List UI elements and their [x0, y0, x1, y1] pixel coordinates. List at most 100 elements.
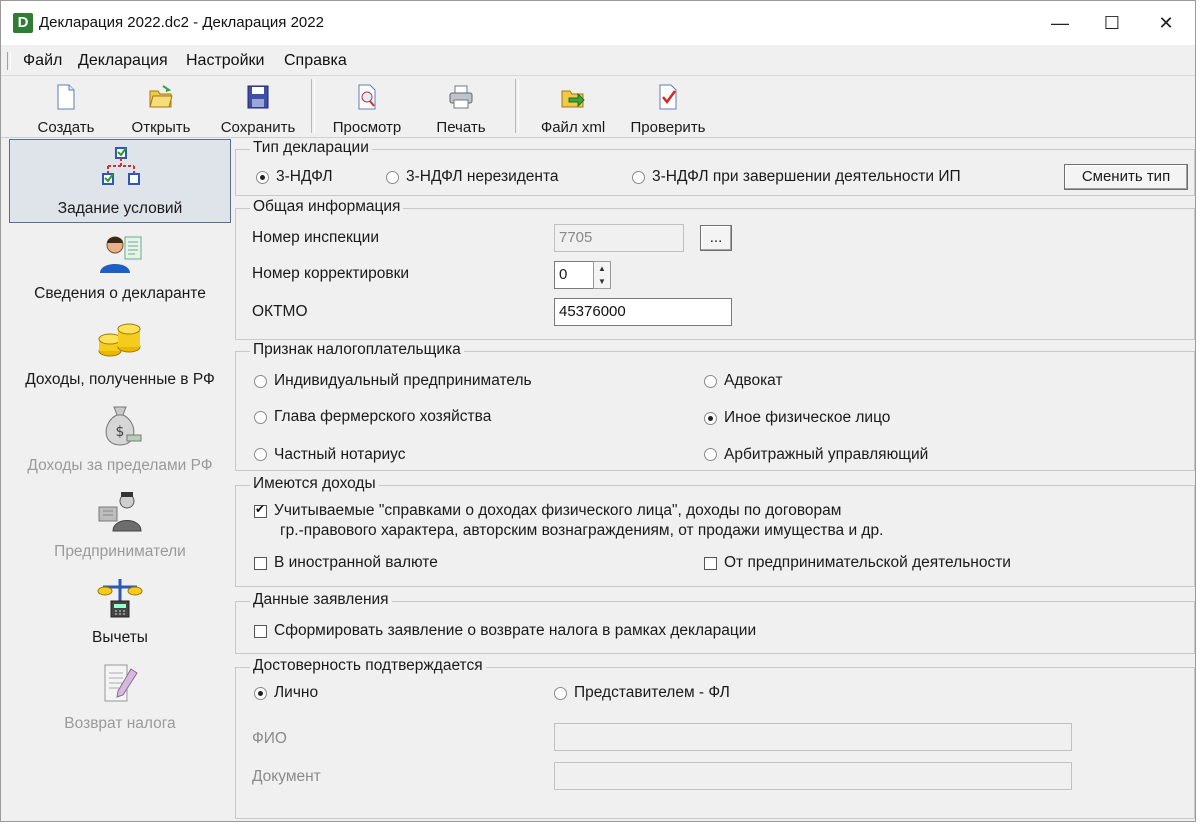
inspection-number-label: Номер инспекции — [252, 229, 379, 246]
menu-declaration[interactable]: Декларация — [78, 52, 168, 70]
maximize-button[interactable]: ☐ — [1089, 7, 1135, 39]
application-group: Данные заявления Сформировать заявление … — [235, 591, 1195, 654]
open-button[interactable]: Открыть — [118, 79, 204, 136]
income-group: Имеются доходы Учитываемые "справками о … — [235, 475, 1195, 587]
preview-button[interactable]: Просмотр — [323, 79, 411, 136]
radio-lawyer[interactable] — [704, 375, 717, 388]
oktmo-label: ОКТМО — [252, 303, 308, 320]
radio-personally[interactable] — [254, 687, 267, 700]
window-title: Декларация 2022.dc2 - Декларация 2022 — [39, 14, 324, 31]
checkbox-certificate-income[interactable] — [254, 502, 267, 518]
nav-item-tax-refund[interactable]: Возврат налога — [9, 655, 231, 739]
foreign-currency-label: В иностранной валюте — [274, 554, 438, 571]
radio-other-individual[interactable] — [704, 412, 717, 425]
new-document-icon — [57, 84, 75, 110]
title-bar: D Декларация 2022.dc2 - Декларация 2022 … — [1, 1, 1195, 45]
app-window: D Декларация 2022.dc2 - Декларация 2022 … — [0, 0, 1196, 822]
create-button[interactable]: Создать — [23, 79, 109, 136]
nav-item-declarant[interactable]: Сведения о декларанте — [9, 225, 231, 309]
checkbox-foreign-currency[interactable] — [254, 557, 267, 570]
save-button[interactable]: Сохранить — [212, 79, 304, 136]
oktmo-field[interactable]: 45376000 — [554, 298, 732, 326]
correction-number-field[interactable]: 0 — [554, 261, 594, 289]
radio-3ndfl-label: 3-НДФЛ — [276, 168, 333, 185]
document-pen-icon — [104, 664, 138, 702]
xml-file-button[interactable]: Файл xml — [531, 79, 615, 136]
radio-3ndfl-ip-termination[interactable] — [632, 171, 645, 184]
refund-application-label: Сформировать заявление о возврате налога… — [274, 622, 757, 639]
open-label: Открыть — [131, 119, 191, 136]
printer-icon — [449, 85, 473, 109]
radio-3ndfl-nonresident-label: 3-НДФЛ нерезидента — [406, 168, 559, 185]
left-navigation: Задание условий Сведения о декларанте До… — [9, 139, 231, 819]
nav-item-income-rf[interactable]: Доходы, полученные в РФ — [9, 311, 231, 395]
radio-representative[interactable] — [554, 687, 567, 700]
close-button[interactable]: ✕ — [1143, 7, 1189, 39]
document-field[interactable] — [554, 762, 1072, 790]
menu-settings[interactable]: Настройки — [186, 52, 264, 70]
preview-label: Просмотр — [332, 119, 402, 136]
change-type-button[interactable]: Сменить тип — [1064, 164, 1188, 190]
inspection-number-field[interactable]: 7705 — [554, 224, 684, 252]
nav-label: Вычеты — [92, 629, 148, 646]
certificate-income-label-line1: Учитываемые "справками о доходах физичес… — [274, 502, 842, 519]
nav-item-deductions[interactable]: Вычеты — [9, 569, 231, 653]
checkbox-refund-application[interactable] — [254, 625, 267, 638]
group-title: Тип декларации — [250, 139, 372, 157]
radio-3ndfl-nonresident[interactable] — [386, 171, 399, 184]
check-document-icon — [659, 84, 677, 110]
confirmation-group: Достоверность подтверждается Лично Предс… — [235, 657, 1195, 819]
radio-individual-entrepreneur-label: Индивидуальный предприниматель — [274, 372, 532, 389]
radio-private-notary-label: Частный нотариус — [274, 446, 406, 463]
nav-label: Доходы, полученные в РФ — [25, 371, 215, 388]
radio-individual-entrepreneur[interactable] — [254, 375, 267, 388]
business-income-label: От предпринимательской деятельности — [724, 554, 1011, 571]
spin-down-icon[interactable]: ▼ — [598, 277, 606, 286]
correction-number-label: Номер корректировки — [252, 265, 410, 282]
save-label: Сохранить — [220, 119, 296, 136]
radio-private-notary[interactable] — [254, 448, 267, 461]
print-button[interactable]: Печать — [421, 79, 501, 136]
radio-farm-head[interactable] — [254, 411, 267, 424]
fio-label: ФИО — [252, 730, 287, 747]
declaration-type-group: Тип декларации 3-НДФЛ 3-НДФЛ нерезидента… — [235, 139, 1195, 196]
svg-text:$: $ — [116, 424, 125, 440]
browse-inspection-button[interactable]: ... — [700, 225, 732, 251]
spin-up-icon[interactable]: ▲ — [598, 264, 606, 273]
document-label: Документ — [252, 768, 321, 785]
minimize-button[interactable]: — — [1037, 7, 1083, 39]
group-title: Достоверность подтверждается — [250, 657, 486, 675]
certificate-income-label-line2: гр.-правового характера, авторским возна… — [280, 522, 884, 539]
businessman-icon — [98, 492, 142, 532]
app-logo-icon: D — [13, 13, 33, 33]
scales-icon — [97, 579, 143, 618]
radio-3ndfl[interactable] — [256, 171, 269, 184]
floppy-disk-icon — [247, 85, 269, 109]
open-folder-icon — [149, 85, 173, 108]
preview-magnifier-icon — [358, 84, 376, 110]
radio-arbitration-manager[interactable] — [704, 448, 717, 461]
check-button[interactable]: Проверить — [623, 79, 713, 136]
radio-lawyer-label: Адвокат — [724, 372, 783, 389]
nav-item-conditions[interactable]: Задание условий — [9, 139, 231, 223]
menu-file[interactable]: Файл — [23, 52, 62, 70]
nav-label: Доходы за пределами РФ — [27, 457, 213, 474]
correction-spinner[interactable]: ▲ ▼ — [593, 261, 611, 289]
checkbox-business-income[interactable] — [704, 557, 717, 570]
print-label: Печать — [436, 119, 486, 136]
toolbar-separator — [515, 79, 519, 133]
menu-grip — [7, 52, 11, 70]
nav-item-income-abroad[interactable]: $ Доходы за пределами РФ — [9, 397, 231, 481]
group-title: Имеются доходы — [250, 475, 379, 493]
nav-label: Сведения о декларанте — [34, 285, 206, 302]
taxpayer-type-group: Признак налогоплательщика Индивидуальный… — [235, 341, 1195, 471]
fio-field[interactable] — [554, 723, 1072, 751]
menu-help[interactable]: Справка — [284, 52, 347, 70]
create-label: Создать — [37, 119, 95, 136]
radio-representative-label: Представителем - ФЛ — [574, 684, 730, 701]
nav-item-entrepreneurs[interactable]: Предприниматели — [9, 483, 231, 567]
radio-other-individual-label: Иное физическое лицо — [724, 409, 891, 426]
group-title: Общая информация — [250, 198, 404, 216]
xml-file-label: Файл xml — [540, 119, 606, 136]
toolbar: Создать Открыть Сохранить Просмотр Печат… — [1, 77, 1195, 138]
